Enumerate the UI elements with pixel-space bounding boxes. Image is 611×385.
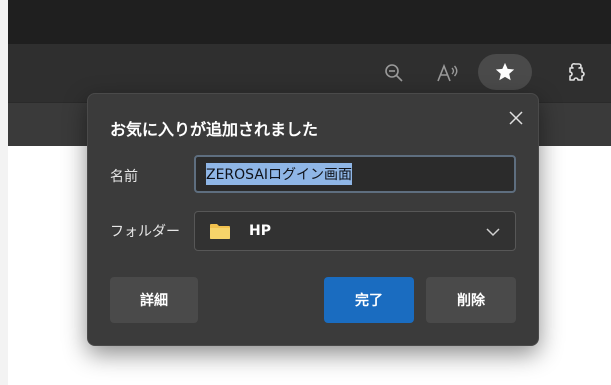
browser-titlebar [8, 0, 611, 44]
favorite-star-button[interactable] [478, 54, 532, 90]
folder-dropdown-value: HP [249, 223, 271, 239]
close-icon [509, 111, 523, 125]
folder-icon [210, 224, 230, 239]
favorite-star-icon [495, 62, 515, 81]
chevron-down-icon [486, 228, 500, 237]
close-button[interactable] [502, 104, 530, 132]
extensions-icon[interactable] [562, 57, 594, 89]
detail-button[interactable]: 詳細 [110, 277, 198, 323]
folder-dropdown[interactable]: HP [194, 211, 516, 251]
name-field-value: ZEROSAIログイン画面 [206, 163, 353, 185]
favorite-added-dialog: お気に入りが追加されました 名前 ZEROSAIログイン画面 フォルダー HP … [87, 93, 539, 346]
name-label: 名前 [110, 169, 138, 185]
read-aloud-icon[interactable] [432, 57, 464, 89]
folder-label: フォルダー [110, 224, 180, 240]
zoom-out-icon[interactable] [378, 57, 410, 89]
delete-button[interactable]: 削除 [426, 277, 516, 323]
done-button[interactable]: 完了 [324, 277, 414, 323]
dialog-title: お気に入りが追加されました [110, 120, 319, 139]
name-field[interactable]: ZEROSAIログイン画面 [194, 155, 516, 193]
